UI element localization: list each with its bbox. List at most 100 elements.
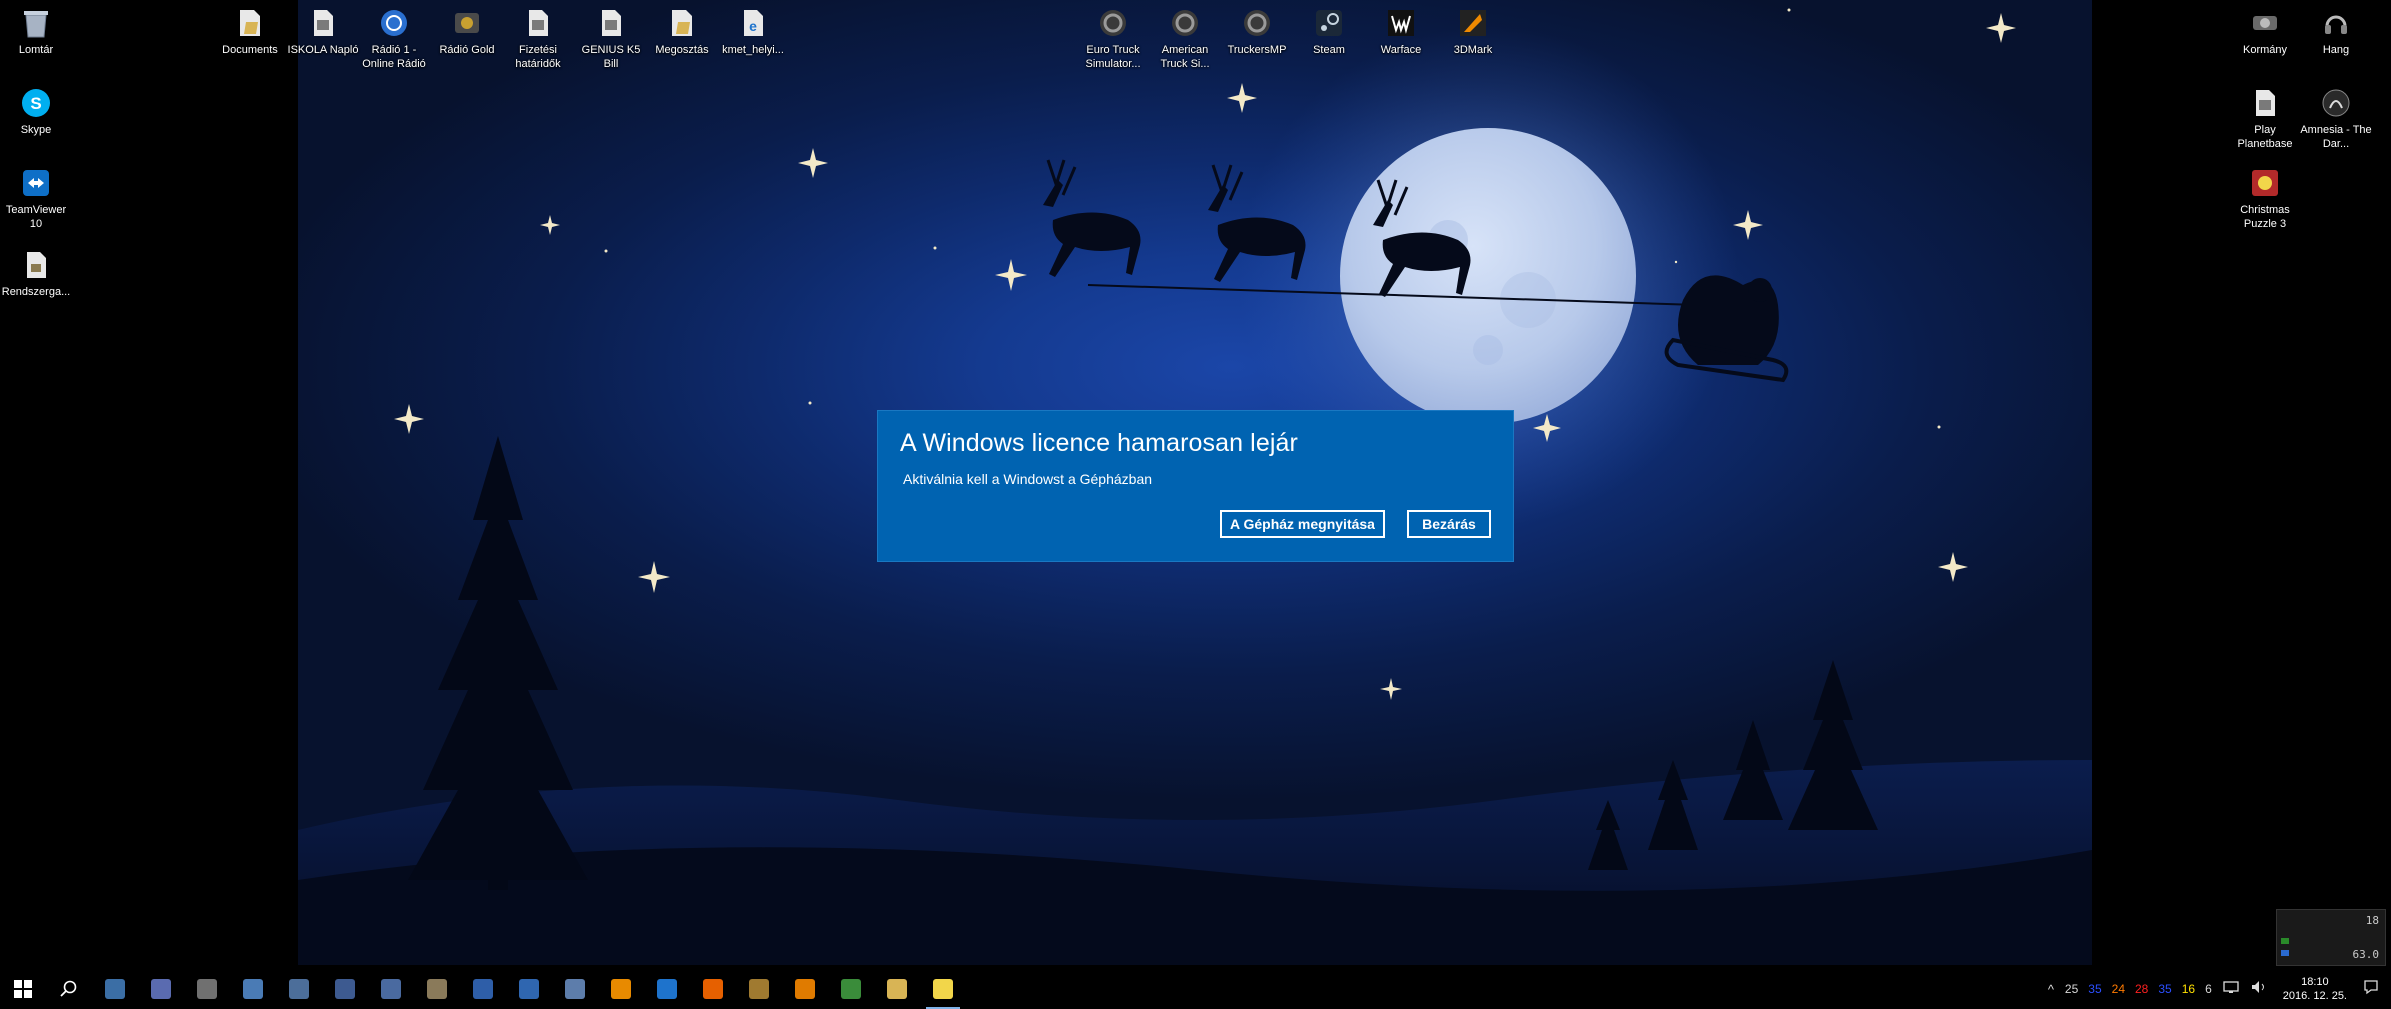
hw-widget-value: 18 [2365, 914, 2379, 927]
tray-monitor-value[interactable]: 28 [2130, 982, 2153, 996]
desktop-icon-teamviewer[interactable]: TeamViewer 10 [0, 166, 72, 231]
desktop-icon-hang[interactable]: Hang [2300, 6, 2372, 57]
desktop-icon-label: Steam [1313, 44, 1345, 56]
desktop-icon-planetbase[interactable]: Play Planetbase [2229, 86, 2301, 151]
folder-app[interactable] [874, 969, 920, 1009]
shortcut-icon [19, 248, 53, 282]
open-settings-button[interactable]: A Gépház megnyitása [1220, 510, 1385, 538]
desktop-icon-label: Amnesia - The Dar... [2300, 124, 2372, 150]
chrome-app[interactable] [828, 969, 874, 1009]
steam-game-icon [1168, 6, 1202, 40]
svg-text:S: S [30, 94, 41, 113]
avast-icon [795, 979, 815, 999]
music-icon [519, 979, 539, 999]
desktop-icon-steam[interactable]: Steam [1293, 6, 1365, 57]
folder-icon [233, 6, 267, 40]
control-panel-icon [243, 979, 263, 999]
desktop-icon-skype[interactable]: S Skype [0, 86, 72, 137]
photos-icon [381, 979, 401, 999]
desktop-icon-label: Documents [222, 44, 278, 56]
calculator-app[interactable] [184, 969, 230, 1009]
desktop-icon-fizetesi[interactable]: Fizetési határidők [502, 6, 574, 71]
tray-monitor-value[interactable]: 24 [2107, 982, 2130, 996]
clock[interactable]: 18:10 2016. 12. 25. [2273, 975, 2357, 1003]
radio-icon [450, 6, 484, 40]
desktop-icon-euro-truck[interactable]: Euro Truck Simulator... [1077, 6, 1149, 71]
desktop-icon-label: Rendszerga... [1, 286, 71, 298]
hardware-monitor-widget[interactable]: 18 63.0 [2276, 909, 2386, 966]
document-icon [594, 6, 628, 40]
desktop-icon-kormany[interactable]: Kormány [2229, 6, 2301, 57]
desktop-icon-truckersmp[interactable]: TruckersMP [1221, 6, 1293, 57]
desktop-icon-label: GENIUS K5 Bill [581, 44, 641, 70]
desktop-icon-label: Play Planetbase [2237, 124, 2293, 150]
desktop-icon-label: kmet_helyi... [722, 44, 784, 56]
skype-icon: S [19, 86, 53, 120]
desktop-icon-genius[interactable]: GENIUS K5 Bill [575, 6, 647, 71]
gallery-app[interactable] [322, 969, 368, 1009]
desktop-icon-kmet[interactable]: e kmet_helyi... [717, 6, 789, 57]
pictures-app[interactable] [276, 969, 322, 1009]
volume-icon[interactable] [2245, 980, 2273, 999]
folder-icon [887, 979, 907, 999]
music-app[interactable] [506, 969, 552, 1009]
start-button[interactable] [0, 969, 46, 1009]
desktop-icon-label: Rádió 1 - Online Rádió [362, 44, 426, 70]
photos-app[interactable] [368, 969, 414, 1009]
desktop-icon-american-truck[interactable]: American Truck Si... [1149, 6, 1221, 71]
save-app[interactable] [138, 969, 184, 1009]
control-panel-app[interactable] [230, 969, 276, 1009]
dialog-message: Aktiválnia kell a Windowst a Gépházban [903, 471, 1153, 487]
network-icon[interactable] [2217, 980, 2245, 999]
desktop-icon-warface[interactable]: Warface [1365, 6, 1437, 57]
teamviewer-icon [19, 166, 53, 200]
desktop-icon-label: Fizetési határidők [515, 44, 561, 70]
desktop-icon-label: Skype [20, 124, 52, 136]
dictionary-icon [473, 979, 493, 999]
clock-time: 18:10 [2301, 976, 2329, 988]
steam-game-icon [1096, 6, 1130, 40]
file-explorer-app[interactable] [92, 969, 138, 1009]
folder-icon [665, 6, 699, 40]
desktop-icon-megosztas[interactable]: Megosztás [646, 6, 718, 57]
desktop-icon-3dmark[interactable]: 3DMark [1437, 6, 1509, 57]
desktop-icon-rendszer[interactable]: Rendszerga... [0, 248, 72, 299]
gimp-icon [749, 979, 769, 999]
desktop-icon-amnesia[interactable]: Amnesia - The Dar... [2300, 86, 2372, 151]
desktop: Lomtár S Skype TeamViewer 10 Rendszerga.… [0, 0, 2391, 1009]
file-explorer-icon [105, 979, 125, 999]
desktop-icon-documents[interactable]: Documents [214, 6, 286, 57]
warface-icon [1384, 6, 1418, 40]
desktop-icon-recycle-bin[interactable]: Lomtár [0, 6, 72, 57]
search-icon [60, 980, 77, 997]
desktop-icon-christmas-puzzle[interactable]: Christmas Puzzle 3 [2229, 166, 2301, 231]
tray-monitor-value[interactable]: 35 [2153, 982, 2176, 996]
edge-app[interactable] [644, 969, 690, 1009]
disk-icon [565, 979, 585, 999]
gimp-app[interactable] [736, 969, 782, 1009]
archive-app[interactable] [414, 969, 460, 1009]
firefox-app[interactable] [690, 969, 736, 1009]
web-document-icon: e [736, 6, 770, 40]
disk-app[interactable] [552, 969, 598, 1009]
radio-icon [377, 6, 411, 40]
desktop-icon-iskola-naplo[interactable]: ISKOLA Napló [287, 6, 359, 57]
headset-icon [2319, 6, 2353, 40]
sticky-notes-app[interactable] [920, 969, 966, 1009]
close-button[interactable]: Bezárás [1407, 510, 1491, 538]
avast-app[interactable] [782, 969, 828, 1009]
search-button[interactable] [46, 969, 92, 1009]
pictures-icon [289, 979, 309, 999]
dictionary-app[interactable] [460, 969, 506, 1009]
vlc-app[interactable] [598, 969, 644, 1009]
system-tray: ^ 25 35 24 28 35 16 6 18:10 2016. 12. 25. [2042, 969, 2391, 1009]
action-center-icon[interactable] [2357, 979, 2391, 1000]
desktop-icon-radio1[interactable]: Rádió 1 - Online Rádió [358, 6, 430, 71]
tray-monitor-value[interactable]: 35 [2083, 982, 2106, 996]
tray-monitor-value[interactable]: 25 [2060, 982, 2083, 996]
chevron-up-icon[interactable]: ^ [2042, 982, 2060, 997]
desktop-icon-radio-gold[interactable]: Rádió Gold [431, 6, 503, 57]
christmas-puzzle-icon [2248, 166, 2282, 200]
tray-monitor-value[interactable]: 16 [2177, 982, 2200, 996]
tray-monitor-value[interactable]: 6 [2200, 982, 2217, 996]
